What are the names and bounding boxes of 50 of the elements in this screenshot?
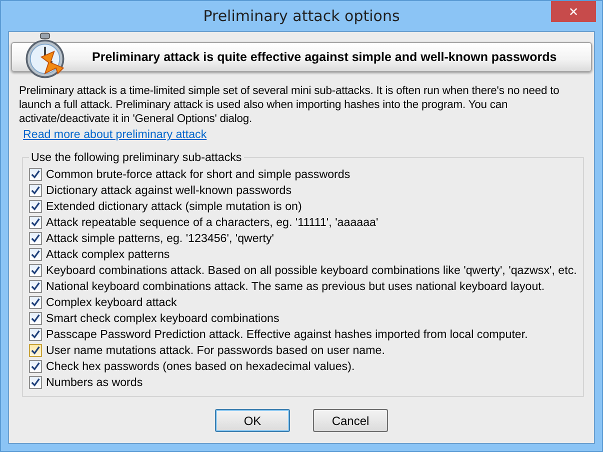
option-label: National keyboard combinations attack. The same as previous but uses national keyboard layout. [46,280,545,292]
option-row[interactable]: Passcape Password Prediction attack. Effective against hashes imported from local computer. [29,326,577,342]
option-row[interactable]: Attack complex patterns [29,246,577,262]
option-row[interactable]: Smart check complex keyboard combinations [29,310,577,326]
checkbox[interactable] [29,296,42,308]
checkbox[interactable] [29,216,42,228]
option-row[interactable]: Extended dictionary attack (simple mutation is on) [29,198,577,214]
option-label: Attack simple patterns, eg. '123456', 'qwerty' [46,232,274,244]
option-row[interactable]: Common brute-force attack for short and simple passwords [29,166,577,182]
option-label: Common brute-force attack for short and simple passwords [46,168,350,180]
option-label: Attack repeatable sequence of a characters, eg. '11111', 'aaaaaa' [46,216,378,228]
checkbox[interactable] [29,200,42,212]
read-more-link[interactable]: Read more about preliminary attack [23,128,207,141]
option-label: Passcape Password Prediction attack. Effective against hashes imported from local computer. [46,328,528,340]
option-label: Dictionary attack against well-known passwords [46,184,292,196]
option-row[interactable]: National keyboard combinations attack. The same as previous but uses national keyboard layout. [29,278,577,294]
checkbox[interactable] [29,344,42,356]
option-row[interactable]: Attack repeatable sequence of a characters, eg. '11111', 'aaaaaa' [29,214,577,230]
option-label: Complex keyboard attack [46,296,177,308]
checkbox[interactable] [29,312,42,324]
checkbox[interactable] [29,184,42,196]
description-text: Preliminary attack is a time-limited simple set of several mini sub-attacks. It is often run when there's no need to launch a full attack. Preliminary attack is used also when importing hashes into the program. You can activate/deactivate it in 'General Options' dialog. [19,84,560,126]
checkbox[interactable] [29,248,42,260]
option-row[interactable]: Check hex passwords (ones based on hexadecimal values). [29,358,577,374]
ok-button[interactable]: OK [215,409,290,432]
option-label: Numbers as words [46,376,143,388]
checkbox[interactable] [29,376,42,388]
option-label: Keyboard combinations attack. Based on all possible keyboard combinations like 'qwerty', 'qazwsx', etc. [46,264,577,276]
option-row[interactable]: Numbers as words [29,374,577,390]
checkbox[interactable] [29,264,42,276]
checkbox[interactable] [29,360,42,372]
close-button[interactable]: ✕ [551,1,596,22]
group-title: Use the following preliminary sub-attacks [30,151,243,164]
option-label: Extended dictionary attack (simple mutation is on) [46,200,302,212]
checkbox[interactable] [29,168,42,180]
cancel-button[interactable]: Cancel [313,409,388,432]
option-row[interactable]: Keyboard combinations attack. Based on all possible keyboard combinations like 'qwerty', 'qazwsx', etc. [29,262,577,278]
option-row[interactable]: Attack simple patterns, eg. '123456', 'qwerty' [29,230,577,246]
checkbox[interactable] [29,280,42,292]
window-title: Preliminary attack options [203,7,400,25]
option-label: User name mutations attack. For passwords based on user name. [46,344,385,356]
option-row[interactable]: Complex keyboard attack [29,294,577,310]
option-label: Smart check complex keyboard combinations [46,312,280,324]
checkbox[interactable] [29,232,42,244]
option-label: Check hex passwords (ones based on hexadecimal values). [46,360,355,372]
option-row[interactable]: User name mutations attack. For passwords based on user name. [29,342,577,358]
checkbox[interactable] [29,328,42,340]
banner-text: Preliminary attack is quite effective against simple and well-known passwords [92,50,557,64]
option-row[interactable]: Dictionary attack against well-known passwords [29,182,577,198]
option-label: Attack complex patterns [46,248,170,260]
